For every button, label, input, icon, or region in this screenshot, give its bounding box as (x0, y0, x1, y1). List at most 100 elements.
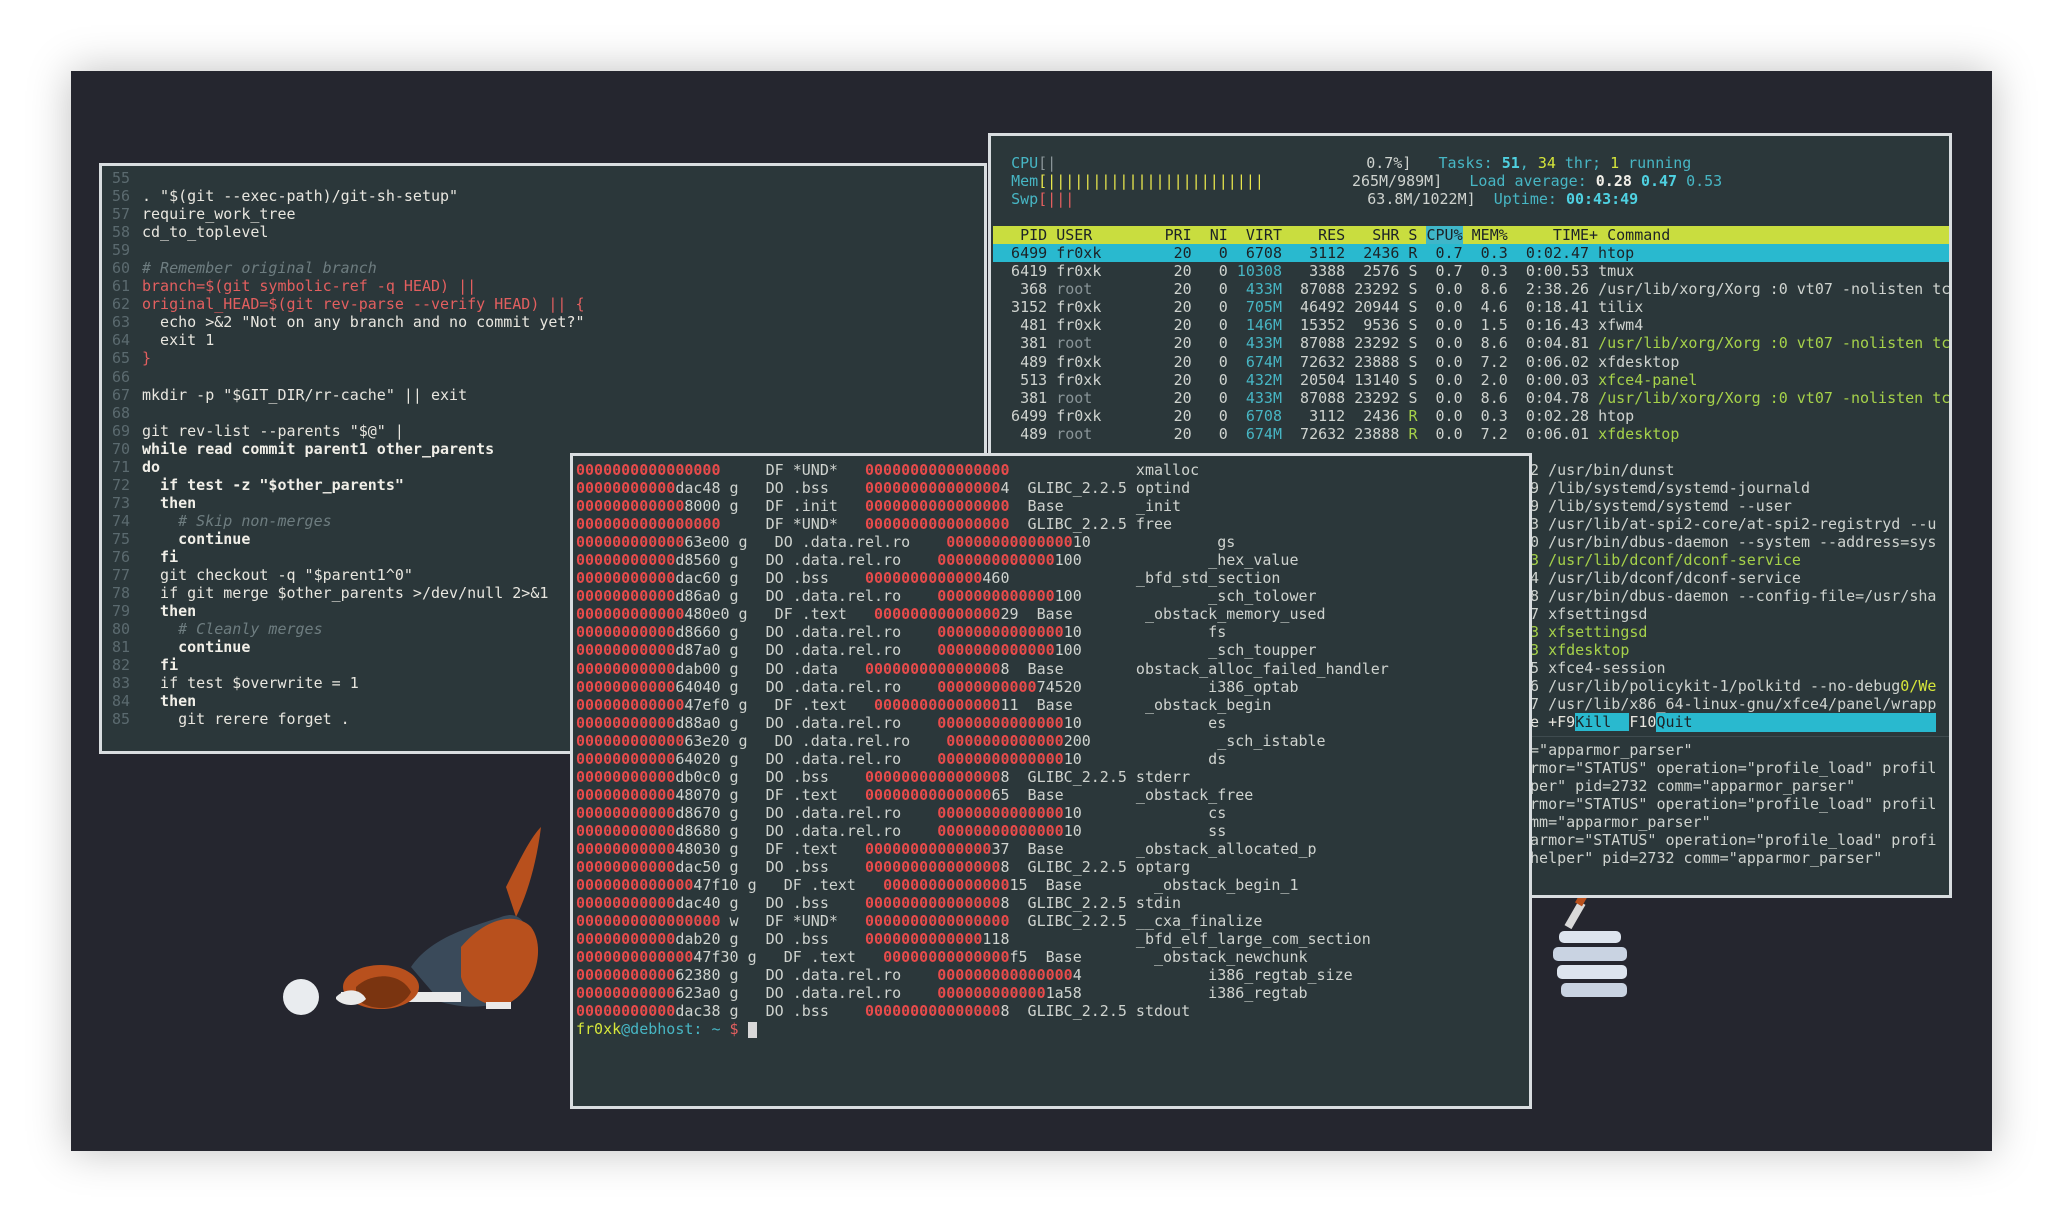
code-line[interactable]: 66 (112, 368, 984, 386)
process-row[interactable]: 02 /usr/bin/dunst (1521, 461, 1949, 479)
line-number: 67 (112, 385, 131, 404)
process-row[interactable]: 19 /lib/systemd/systemd-journald (1521, 479, 1949, 497)
line-number: 73 (112, 493, 131, 512)
process-row[interactable]: 489 fr0xk 20 0 674M 72632 23888 S 0.0 7.… (993, 353, 1949, 371)
code-text: git rev-list --parents "$@" | (142, 421, 404, 440)
books-illustration (1553, 893, 1627, 997)
process-row[interactable]: 03 xfsettingsd (1521, 623, 1949, 641)
process-row[interactable]: 6419 fr0xk 20 0 10308 3388 2576 S 0.7 0.… (993, 262, 1949, 280)
symbol-row: 0000000000064020 g DO .data.rel.ro 00000… (576, 749, 1227, 768)
symbol-row: 00000000000047ef0 g DF .text 00000000000… (576, 695, 1272, 714)
log-line: parmor="STATUS" operation="profile_load"… (1521, 830, 1937, 849)
line-number: 71 (112, 457, 131, 476)
shell-prompt[interactable]: fr0xk@debhost: ~ $ (576, 1020, 1529, 1038)
process-row[interactable]: 381 root 20 0 433M 87088 23292 S 0.0 8.6… (993, 389, 1949, 407)
running-count: 1 (1610, 154, 1620, 172)
process-row[interactable]: 17 xfsettingsd (1521, 605, 1949, 623)
cpu-bar: [| (1038, 154, 1057, 172)
line-number: 62 (112, 295, 131, 314)
cpu-label: CPU (1011, 154, 1039, 172)
process-row[interactable]: 09 /lib/systemd/systemd --user (1521, 497, 1949, 515)
f10-key[interactable]: F10 (1629, 713, 1656, 731)
code-line[interactable]: 62 original_HEAD=$(git rev-parse --verify… (112, 295, 984, 313)
process-row[interactable]: 14 /usr/lib/dconf/dconf-service (1521, 569, 1949, 587)
prompt-symbol: $ (729, 1020, 739, 1039)
process-table[interactable]: PID USER PRI NI VIRT RES SHR S CPU% MEM%… (993, 226, 1949, 443)
symbol-row: 00000000000d87a0 g DO .data.rel.ro 00000… (576, 641, 1317, 660)
symbol-row: 00000000000d88a0 g DO .data.rel.ro 00000… (576, 713, 1227, 732)
code-line[interactable]: 56 . "$(git --exec-path)/git-sh-setup" (112, 187, 984, 205)
symbol-row: 00000000000dac60 g DO .bss 0000000000000… (576, 569, 1281, 588)
line-number: 77 (112, 566, 131, 585)
symbol-row: 0000000000048070 g DF .text 000000000000… (576, 785, 1254, 804)
code-text: original_HEAD=$(git rev-parse --verify H… (142, 295, 585, 314)
code-line[interactable]: 67 mkdir -p "$GIT_DIR/rr-cache" || exit (112, 386, 984, 404)
process-row[interactable]: 06 /usr/lib/policykit-1/polkitd --no-deb… (1521, 677, 1949, 695)
code-line[interactable]: 59 (112, 241, 984, 259)
code-text: fi (142, 656, 179, 675)
code-text: do (142, 457, 161, 476)
quit-button[interactable]: Quit (1656, 713, 1937, 732)
process-row[interactable]: 00 /usr/bin/dbus-daemon --system --addre… (1521, 533, 1949, 551)
process-row[interactable]: 03 /usr/lib/dconf/dconf-service (1521, 551, 1949, 569)
process-row[interactable]: 381 root 20 0 433M 87088 23292 S 0.0 8.6… (993, 334, 1949, 352)
line-number: 83 (112, 674, 131, 693)
process-row[interactable]: 37 /usr/lib/x86_64-linux-gnu/xfce4/panel… (1521, 695, 1949, 713)
objdump-terminal[interactable]: 0000000000000000 DF *UND* 00000000000000… (570, 453, 1532, 1109)
code-line[interactable]: 55 (112, 169, 984, 187)
line-number: 56 (112, 187, 131, 206)
code-line[interactable]: 63 echo >&2 "Not on any branch and no co… (112, 313, 984, 331)
code-text: } (142, 349, 152, 368)
symbol-row: 00000000000d8660 g DO .data.rel.ro 00000… (576, 623, 1227, 642)
uptime-label: Uptime: (1493, 190, 1566, 209)
symbol-row: 000000000000047f10 g DF .text 0000000000… (576, 876, 1299, 895)
process-row[interactable]: 481 fr0xk 20 0 146M 15352 9536 S 0.0 1.5… (993, 316, 1949, 334)
code-line[interactable]: 65} (112, 349, 984, 367)
line-number: 80 (112, 620, 131, 639)
code-line[interactable]: 60 # Remember original branch (112, 259, 984, 277)
process-row[interactable]: 513 fr0xk 20 0 432M 20504 13140 S 0.0 2.… (993, 371, 1949, 389)
code-line[interactable]: 57 require_work_tree (112, 205, 984, 223)
symbol-row: 00000000000dab00 g DO .data 000000000000… (576, 659, 1389, 678)
process-row[interactable]: 03 xfdesktop (1521, 641, 1949, 659)
htop-meter-row: CPU[| 0.7%] Tasks: 51, 34 thr; 1 running (1011, 154, 1692, 172)
symbol-row: 00000000000dac38 g DO .bss 0000000000000… (576, 1002, 1191, 1021)
kill-button[interactable]: Kill (1575, 713, 1630, 732)
swp-bar: [||| (1038, 190, 1075, 209)
line-number: 82 (112, 656, 131, 675)
line-number: 76 (112, 547, 131, 566)
symbol-row: 0000000000000000 DF *UND* 00000000000000… (576, 461, 1200, 479)
line-number: 75 (112, 529, 131, 548)
code-line[interactable]: 68 (112, 404, 984, 422)
process-row[interactable]: 63 /usr/lib/at-spi2-core/at-spi2-registr… (1521, 515, 1949, 533)
code-line[interactable]: 61 branch=$(git symbolic-ref -q HEAD) || (112, 277, 984, 295)
code-line[interactable]: 69 git rev-list --parents "$@" | (112, 422, 984, 440)
symbol-row: 00000000000063e20 g DO .data.rel.ro 0000… (576, 731, 1326, 750)
symbol-row: 00000000000db0c0 g DO .bss 0000000000000… (576, 767, 1191, 786)
log-line: armor="STATUS" operation="profile_load" … (1521, 794, 1937, 813)
log-line: _helper" pid=2732 comm="apparmor_parser" (1521, 848, 1883, 867)
process-row[interactable]: 6499 fr0xk 20 0 6708 3112 2436 R 0.0 0.3… (993, 407, 1949, 425)
process-row[interactable]: 3152 fr0xk 20 0 705M 46492 20944 S 0.0 4… (993, 298, 1949, 316)
swp-label: Swp (1011, 190, 1039, 209)
line-number: 64 (112, 331, 131, 350)
process-row-selected[interactable]: 6499 fr0xk 20 0 6708 3112 2436 R 0.7 0.3… (993, 244, 1949, 263)
symbol-row: 00000000000d8670 g DO .data.rel.ro 00000… (576, 803, 1227, 822)
log-line: m="apparmor_parser" (1521, 740, 1693, 759)
load-label: Load average: (1469, 172, 1596, 191)
code-line[interactable]: 58 cd_to_toplevel (112, 223, 984, 241)
line-number: 79 (112, 602, 131, 621)
symbol-row: 00000000000dab20 g DO .bss 0000000000000… (576, 930, 1371, 949)
process-row[interactable]: 18 /usr/bin/dbus-daemon --config-file=/u… (1521, 587, 1949, 605)
process-row[interactable]: 489 root 20 0 674M 72632 23888 R 0.0 7.2… (993, 425, 1949, 443)
process-row[interactable]: 368 root 20 0 433M 87088 23292 S 0.0 8.6… (993, 280, 1949, 298)
code-line[interactable]: 64 exit 1 (112, 331, 984, 349)
prompt-path: : ~ (693, 1020, 730, 1039)
code-text: while read commit parent1 other_parents (142, 439, 495, 458)
line-number: 63 (112, 313, 131, 332)
f9-key[interactable]: F9 (1557, 713, 1575, 731)
code-text: . "$(git --exec-path)/git-sh-setup" (142, 187, 459, 206)
symbol-row: 00000000000dac50 g DO .bss 0000000000000… (576, 858, 1191, 877)
process-table-header[interactable]: PID USER PRI NI VIRT RES SHR S CPU% MEM%… (993, 226, 1949, 245)
process-row[interactable]: 15 xfce4-session (1521, 659, 1949, 677)
